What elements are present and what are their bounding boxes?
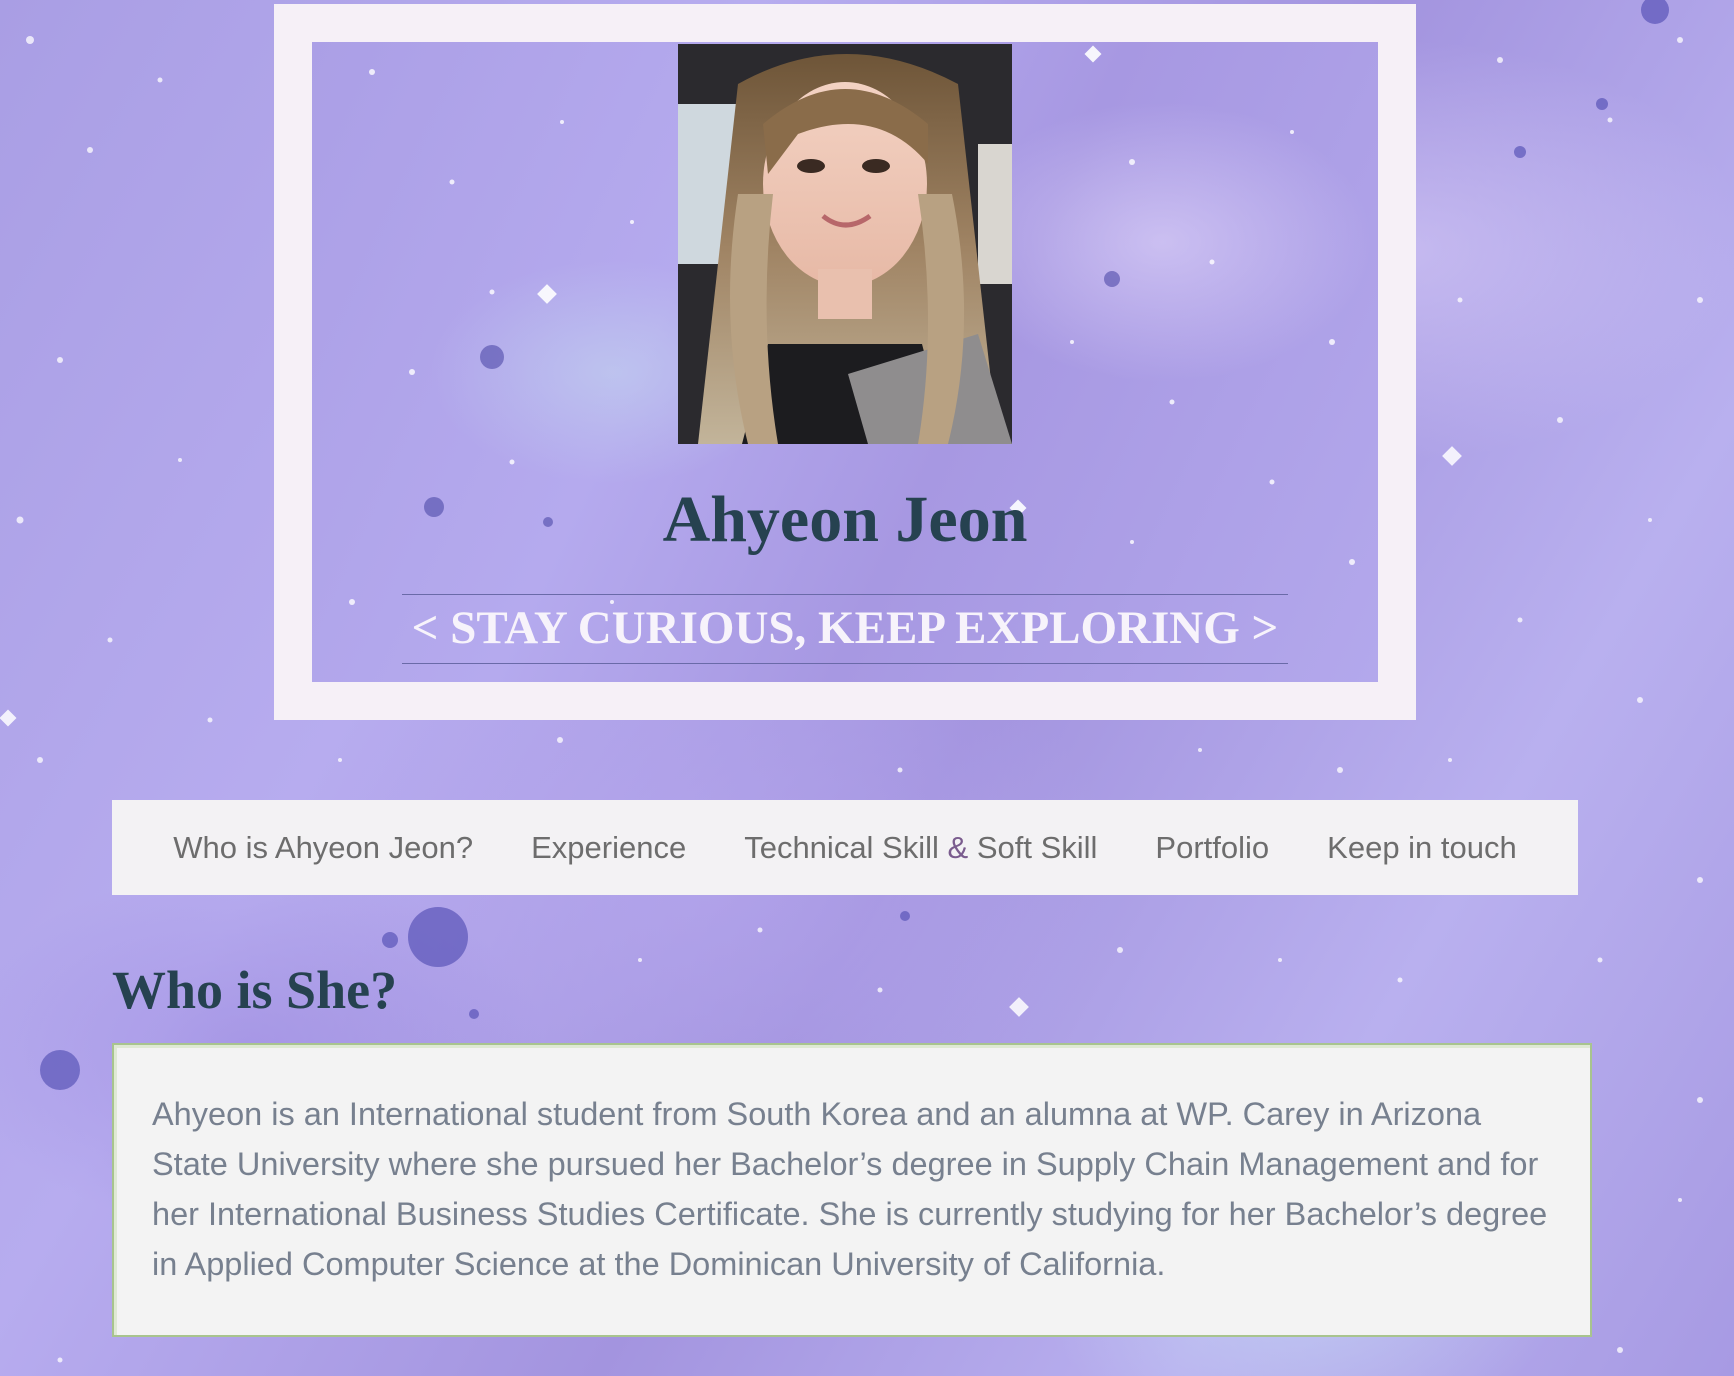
about-paragraph: Ahyeon is an International student from … [152,1096,1548,1282]
nav-item-keep-in-touch[interactable]: Keep in touch [1327,830,1517,866]
profile-name: Ahyeon Jeon [662,483,1028,556]
nav-item-experience[interactable]: Experience [531,830,686,866]
tagline-text: < STAY CURIOUS, KEEP EXPLORING > [411,602,1279,654]
main-nav: Who is Ahyeon Jeon? Experience Technical… [112,800,1578,895]
about-box: Ahyeon is an International student from … [112,1043,1592,1337]
section-title-who-is-she: Who is She? [112,960,398,1020]
nav-skills-label-part2: Soft Skill [968,829,1098,865]
nav-skills-ampersand: & [947,829,969,865]
header-card: Ahyeon Jeon < STAY CURIOUS, KEEP EXPLORI… [274,4,1416,720]
header-banner: Ahyeon Jeon < STAY CURIOUS, KEEP EXPLORI… [312,42,1378,682]
nav-item-who-is[interactable]: Who is Ahyeon Jeon? [173,830,473,866]
profile-photo [678,44,1012,444]
nav-item-portfolio[interactable]: Portfolio [1155,830,1269,866]
nav-item-skills[interactable]: Technical Skill & Soft Skill [744,830,1097,866]
tagline-banner: < STAY CURIOUS, KEEP EXPLORING > [402,594,1288,664]
nav-skills-label-part1: Technical Skill [744,829,948,865]
